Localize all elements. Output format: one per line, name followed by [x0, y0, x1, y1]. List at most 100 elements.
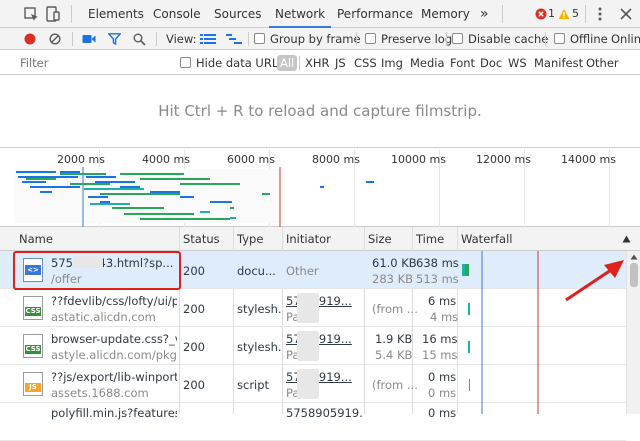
- tab-network[interactable]: Network: [268, 0, 332, 28]
- request-type: script: [237, 378, 270, 392]
- request-type: stylesh...: [237, 302, 281, 316]
- preserve-log-checkbox[interactable]: [365, 33, 376, 44]
- overview-tick: 12000 ms: [476, 153, 531, 166]
- filter-type-ws[interactable]: WS: [508, 51, 527, 75]
- filter-type-manifest[interactable]: Manifest: [534, 51, 583, 75]
- request-latency: 0 ms: [428, 386, 457, 400]
- preserve-log-label: Preserve log: [381, 32, 453, 46]
- network-toolbar: View: Group by frame Preserve log Disabl…: [0, 28, 640, 50]
- filter-type-xhr[interactable]: XHR: [305, 51, 330, 75]
- filter-icon[interactable]: [108, 33, 121, 45]
- request-size-resource: 5.4 KB: [375, 348, 413, 362]
- filter-type-css[interactable]: CSS: [354, 51, 377, 75]
- group-by-frame-checkbox[interactable]: [254, 33, 265, 44]
- css-file-icon: CSS: [23, 334, 43, 358]
- filter-type-img[interactable]: Img: [381, 51, 403, 75]
- toolbar-divider: [585, 5, 586, 23]
- request-size: 61.0 KB: [372, 256, 417, 270]
- request-time: 16 ms: [422, 332, 458, 346]
- request-latency: 15 ms: [422, 348, 458, 362]
- request-initiator: Other: [286, 264, 319, 278]
- request-path: astatic.alicdn.com: [51, 310, 156, 324]
- column-initiator-header[interactable]: Initiator: [286, 227, 331, 251]
- warning-icon[interactable]: [558, 8, 570, 20]
- redaction-blur: [297, 369, 319, 399]
- disable-cache-checkbox[interactable]: [452, 33, 463, 44]
- toolbar-divider: [156, 32, 157, 46]
- filter-type-js[interactable]: JS: [335, 51, 346, 75]
- tab-sources[interactable]: Sources: [214, 0, 261, 27]
- tab-elements[interactable]: Elements: [88, 0, 144, 27]
- request-time: 638 ms: [416, 256, 459, 270]
- tab-memory[interactable]: Memory: [421, 0, 470, 27]
- offline-checkbox[interactable]: [554, 33, 565, 44]
- column-size-header[interactable]: Size: [368, 227, 392, 251]
- scroll-up-icon[interactable]: [630, 254, 638, 260]
- toolbar-divider: [502, 5, 503, 23]
- filter-type-media[interactable]: Media: [410, 51, 445, 75]
- request-size: (from ...: [372, 378, 418, 392]
- disable-cache-label: Disable cache: [468, 32, 549, 46]
- request-size-resource: 283 KB: [372, 272, 414, 286]
- toolbar-divider: [299, 56, 300, 70]
- more-options-icon[interactable]: [591, 5, 609, 23]
- large-request-rows-icon[interactable]: [200, 33, 216, 45]
- hide-data-urls-label: Hide data URLs: [196, 56, 285, 70]
- js-file-icon: JS: [23, 372, 43, 396]
- tab-console[interactable]: Console: [153, 0, 201, 27]
- request-latency: 4 ms: [430, 310, 459, 324]
- filter-type-font[interactable]: Font: [450, 51, 475, 75]
- hide-data-urls-checkbox[interactable]: [180, 57, 191, 68]
- filter-input[interactable]: [16, 54, 166, 72]
- error-count: 1: [548, 7, 555, 20]
- inspect-element-icon[interactable]: [22, 5, 40, 23]
- initiator-link[interactable]: 5758905919...: [286, 406, 362, 420]
- overview-activity-graph: [14, 167, 374, 227]
- search-icon[interactable]: [133, 33, 146, 46]
- devtools-tab-bar: Elements Console Sources Network Perform…: [0, 0, 640, 28]
- screenshot-video-icon[interactable]: [82, 33, 96, 45]
- filter-type-doc[interactable]: Doc: [480, 51, 502, 75]
- filter-bar: Hide data URLs All XHR JS CSS Img Media …: [0, 51, 640, 75]
- sort-ascending-icon[interactable]: [622, 235, 631, 243]
- column-status-header[interactable]: Status: [183, 227, 220, 251]
- request-name: polyfill.min.js?features=...: [51, 406, 177, 420]
- device-toolbar-icon[interactable]: [44, 5, 62, 23]
- request-time: 0 ms: [428, 406, 457, 420]
- close-icon[interactable]: [617, 5, 635, 23]
- column-time-header[interactable]: Time: [416, 227, 444, 251]
- request-name: ??fdevlib/css/lofty/ui/p...: [51, 294, 177, 308]
- request-name: ??js/export/lib-winport.j...: [51, 370, 177, 384]
- redaction-blur: [297, 331, 319, 361]
- request-size: 1.9 KB: [375, 332, 413, 346]
- column-waterfall-header[interactable]: Waterfall: [461, 227, 512, 251]
- request-time: 0 ms: [428, 370, 457, 384]
- tab-performance[interactable]: Performance: [337, 0, 413, 27]
- overview-icon[interactable]: [226, 33, 242, 45]
- filter-type-other[interactable]: Other: [586, 51, 619, 75]
- request-type: docu...: [237, 264, 276, 278]
- filter-type-all[interactable]: All: [277, 55, 298, 71]
- scrollbar-thumb[interactable]: [630, 263, 638, 287]
- more-tabs-icon[interactable]: »: [480, 0, 489, 27]
- column-type-header[interactable]: Type: [237, 227, 263, 251]
- filmstrip-hint: Hit Ctrl + R to reload and capture films…: [158, 102, 482, 120]
- annotation-arrow-icon: [565, 260, 624, 302]
- network-overview[interactable]: 2000 ms 4000 ms 6000 ms 8000 ms 10000 ms…: [0, 149, 640, 227]
- column-name-header[interactable]: Name: [19, 227, 53, 251]
- overview-tick: 14000 ms: [561, 153, 616, 166]
- toolbar-divider: [248, 32, 249, 46]
- clear-icon[interactable]: [49, 33, 61, 45]
- overview-tick: 2000 ms: [57, 153, 105, 166]
- toolbar-divider: [72, 32, 73, 46]
- request-latency: 513 ms: [416, 272, 459, 286]
- throttling-select[interactable]: Online: [611, 28, 640, 50]
- record-icon[interactable]: [24, 33, 36, 45]
- toolbar-divider: [356, 32, 357, 46]
- request-path: assets.1688.com: [51, 386, 149, 400]
- overview-tick: 10000 ms: [391, 153, 446, 166]
- request-time: 6 ms: [428, 294, 457, 308]
- warning-count: 5: [572, 7, 579, 20]
- redaction-blur: [297, 293, 319, 323]
- error-icon[interactable]: [535, 8, 547, 20]
